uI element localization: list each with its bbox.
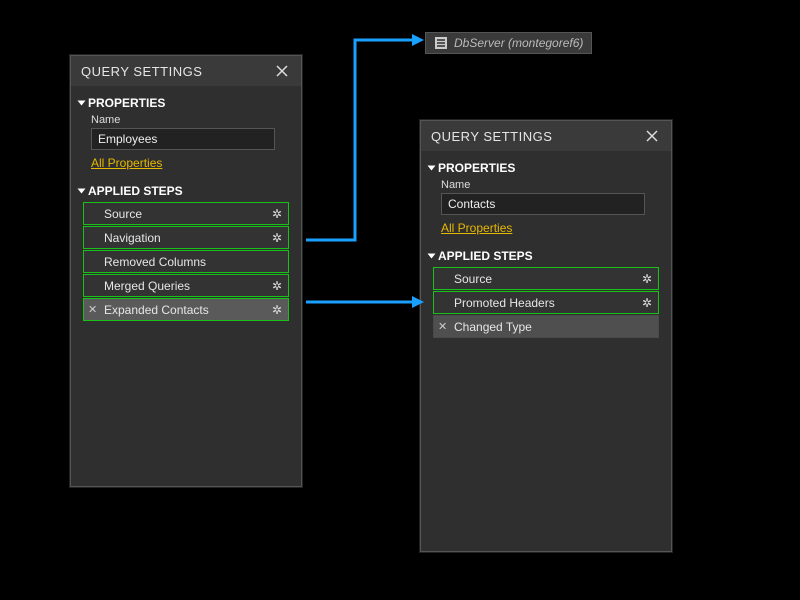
name-label: Name [441,179,663,191]
gear-icon[interactable]: ✲ [642,272,652,286]
step-label: Changed Type [454,320,652,334]
all-properties-link[interactable]: All Properties [441,221,512,235]
close-icon [276,65,288,77]
all-properties-link[interactable]: All Properties [91,156,162,170]
arrow-merged-to-contacts [300,292,430,312]
panel-header: QUERY SETTINGS [421,121,671,151]
db-server-label: DbServer (montegoref6) [454,36,583,50]
step-label: Navigation [104,231,272,245]
name-input[interactable] [91,128,275,150]
step-label: Source [454,272,642,286]
arrow-source-to-db [300,30,430,250]
applied-steps-header[interactable]: APPLIED STEPS [429,249,663,263]
applied-steps-header-label: APPLIED STEPS [438,249,533,263]
step-promoted-headers[interactable]: Promoted Headers ✲ [433,291,659,314]
delete-step-icon[interactable]: ✕ [438,320,447,333]
properties-header-label: PROPERTIES [438,161,515,175]
step-merged-queries[interactable]: Merged Queries ✲ [83,274,289,297]
step-label: Promoted Headers [454,296,642,310]
caret-down-icon [428,254,436,259]
panel-title: QUERY SETTINGS [81,64,202,79]
step-label: Source [104,207,272,221]
properties-header-label: PROPERTIES [88,96,165,110]
applied-steps-list-right: Source ✲ Promoted Headers ✲ ✕ Changed Ty… [433,267,659,338]
step-expanded-contacts[interactable]: ✕ Expanded Contacts ✲ [83,298,289,321]
panel-title: QUERY SETTINGS [431,129,552,144]
applied-steps-list-left: Source ✲ Navigation ✲ Removed Columns Me… [83,202,289,321]
properties-header[interactable]: PROPERTIES [429,161,663,175]
step-navigation[interactable]: Navigation ✲ [83,226,289,249]
step-source[interactable]: Source ✲ [83,202,289,225]
gear-icon[interactable]: ✲ [642,296,652,310]
applied-steps-header[interactable]: APPLIED STEPS [79,184,293,198]
gear-icon[interactable]: ✲ [272,231,282,245]
step-removed-columns[interactable]: Removed Columns [83,250,289,273]
panel-body: PROPERTIES Name All Properties APPLIED S… [421,151,671,551]
applied-steps-header-label: APPLIED STEPS [88,184,183,198]
panel-header: QUERY SETTINGS [71,56,301,86]
query-settings-panel-left: QUERY SETTINGS PROPERTIES Name All Prope… [70,55,302,487]
gear-icon[interactable]: ✲ [272,303,282,317]
delete-step-icon[interactable]: ✕ [88,303,97,316]
db-server-tag[interactable]: DbServer (montegoref6) [425,32,592,54]
step-changed-type[interactable]: ✕ Changed Type [433,315,659,338]
step-source[interactable]: Source ✲ [433,267,659,290]
caret-down-icon [78,101,86,106]
close-icon [646,130,658,142]
close-button[interactable] [273,62,291,80]
query-settings-panel-right: QUERY SETTINGS PROPERTIES Name All Prope… [420,120,672,552]
panel-body: PROPERTIES Name All Properties APPLIED S… [71,86,301,486]
gear-icon[interactable]: ✲ [272,279,282,293]
properties-header[interactable]: PROPERTIES [79,96,293,110]
step-label: Merged Queries [104,279,272,293]
name-label: Name [91,114,293,126]
step-label: Expanded Contacts [104,303,272,317]
database-icon [434,36,448,50]
name-input[interactable] [441,193,645,215]
gear-icon[interactable]: ✲ [272,207,282,221]
caret-down-icon [78,189,86,194]
close-button[interactable] [643,127,661,145]
step-label: Removed Columns [104,255,282,269]
